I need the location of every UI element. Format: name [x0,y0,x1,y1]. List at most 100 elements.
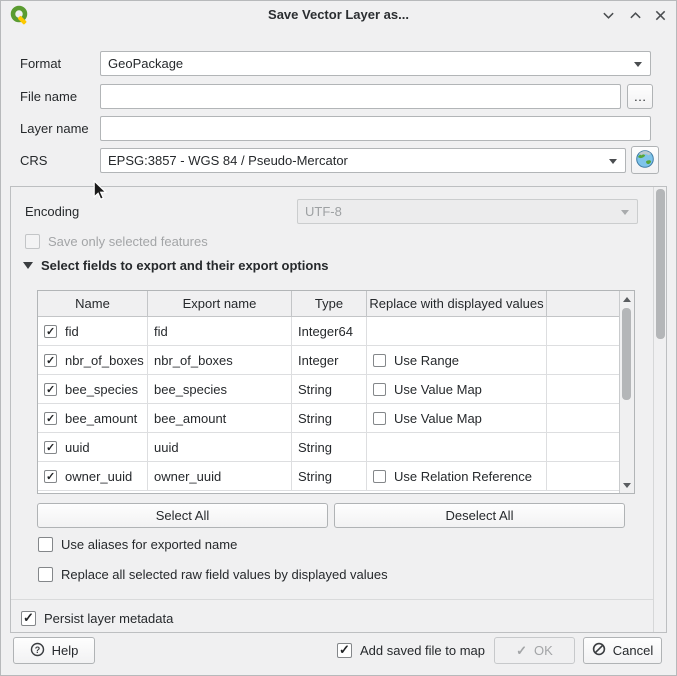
field-checkbox[interactable] [44,325,57,338]
crs-combobox[interactable]: EPSG:3857 - WGS 84 / Pseudo-Mercator [100,148,626,173]
save-only-selected-checkbox[interactable] [25,234,40,249]
header-export-name[interactable]: Export name [148,291,292,316]
cell-filler [547,375,619,403]
cell-filler [547,433,619,461]
globe-icon [635,149,655,172]
replace-option-checkbox[interactable] [373,412,386,425]
replace-raw-values-row: Replace all selected raw field values by… [38,566,388,583]
use-aliases-label: Use aliases for exported name [61,537,237,552]
replace-option-checkbox[interactable] [373,383,386,396]
table-row[interactable]: nbr_of_boxes nbr_of_boxes Integer Use Ra… [38,346,619,375]
cell-export-name: uuid [148,433,292,461]
options-scrollbar[interactable] [653,187,666,632]
maximize-button[interactable] [627,7,644,24]
replace-option-label: Use Range [394,353,459,368]
cell-replace [367,317,547,345]
collapse-triangle-icon [23,262,33,269]
persist-metadata-checkbox[interactable] [21,611,36,626]
format-combobox[interactable]: GeoPackage [100,51,651,76]
format-label: Format [20,51,61,76]
replace-option-checkbox[interactable] [373,470,386,483]
table-row[interactable]: bee_amount bee_amount String Use Value M… [38,404,619,433]
table-scrollbar[interactable] [619,291,634,493]
field-type: String [298,469,332,484]
title-bar: Save Vector Layer as... [0,0,677,30]
cell-type: String [292,404,367,432]
cell-replace: Use Relation Reference [367,462,547,490]
persist-metadata-label: Persist layer metadata [44,611,173,626]
select-all-label: Select All [156,508,209,523]
field-export-name: bee_species [154,382,227,397]
use-aliases-checkbox[interactable] [38,537,53,552]
replace-option-checkbox[interactable] [373,354,386,367]
cell-export-name: bee_amount [148,404,292,432]
help-button[interactable]: ? Help [13,637,95,664]
cancel-button[interactable]: Cancel [583,637,662,664]
table-row[interactable]: owner_uuid owner_uuid String Use Relatio… [38,462,619,491]
table-row[interactable]: fid fid Integer64 [38,317,619,346]
field-export-name: uuid [154,440,179,455]
cell-replace: Use Value Map [367,404,547,432]
table-row[interactable]: bee_species bee_species String Use Value… [38,375,619,404]
scroll-up-icon[interactable] [620,292,634,306]
persist-metadata-row: Persist layer metadata [21,610,173,627]
select-all-button[interactable]: Select All [37,503,328,528]
header-filler [547,291,619,316]
header-replace[interactable]: Replace with displayed values [367,291,547,316]
cell-export-name: owner_uuid [148,462,292,490]
header-type[interactable]: Type [292,291,367,316]
cell-export-name: fid [148,317,292,345]
field-name: fid [65,324,79,339]
cell-name: nbr_of_boxes [38,346,148,374]
cell-export-name: bee_species [148,375,292,403]
field-checkbox[interactable] [44,354,57,367]
cell-replace: Use Range [367,346,547,374]
cell-filler [547,462,619,490]
scroll-down-icon[interactable] [620,478,634,492]
ok-button[interactable]: ✓ OK [494,637,575,664]
replace-raw-values-checkbox[interactable] [38,567,53,582]
file-name-input[interactable] [100,84,621,109]
help-button-label: Help [52,643,79,658]
fields-section-header[interactable]: Select fields to export and their export… [23,258,329,273]
field-export-name: nbr_of_boxes [154,353,233,368]
replace-raw-values-label: Replace all selected raw field values by… [61,567,388,582]
field-type: Integer64 [298,324,353,339]
browse-button-label: … [634,89,647,104]
encoding-value: UTF-8 [298,200,637,223]
header-name[interactable]: Name [38,291,148,316]
save-only-selected-label: Save only selected features [48,234,208,249]
encoding-combobox[interactable]: UTF-8 [297,199,638,224]
table-row[interactable]: uuid uuid String [38,433,619,462]
deselect-all-button[interactable]: Deselect All [334,503,625,528]
check-icon: ✓ [516,643,527,659]
options-scroll-area: Encoding UTF-8 Save only selected featur… [10,186,667,633]
cell-name: owner_uuid [38,462,148,490]
cell-name: bee_species [38,375,148,403]
cell-name: fid [38,317,148,345]
layer-name-input[interactable] [100,116,651,141]
fields-table: Name Export name Type Replace with displ… [37,290,635,494]
cell-name: uuid [38,433,148,461]
cell-type: String [292,375,367,403]
field-export-name: bee_amount [154,411,226,426]
table-scrollbar-thumb[interactable] [622,308,631,400]
field-type: Integer [298,353,338,368]
add-saved-file-row: Add saved file to map [337,642,485,659]
browse-button[interactable]: … [627,84,653,109]
ok-button-label: OK [534,643,553,658]
add-saved-file-checkbox[interactable] [337,643,352,658]
crs-value: EPSG:3857 - WGS 84 / Pseudo-Mercator [101,149,625,172]
options-scrollbar-thumb[interactable] [656,189,665,339]
fields-section-label: Select fields to export and their export… [41,258,329,273]
field-checkbox[interactable] [44,383,57,396]
close-button[interactable] [652,7,669,24]
crs-picker-button[interactable] [631,146,659,174]
field-checkbox[interactable] [44,470,57,483]
field-checkbox[interactable] [44,412,57,425]
field-checkbox[interactable] [44,441,57,454]
help-icon: ? [30,642,45,660]
field-name: owner_uuid [65,469,132,484]
chevron-down-icon [621,210,629,215]
minimize-button[interactable] [600,7,617,24]
